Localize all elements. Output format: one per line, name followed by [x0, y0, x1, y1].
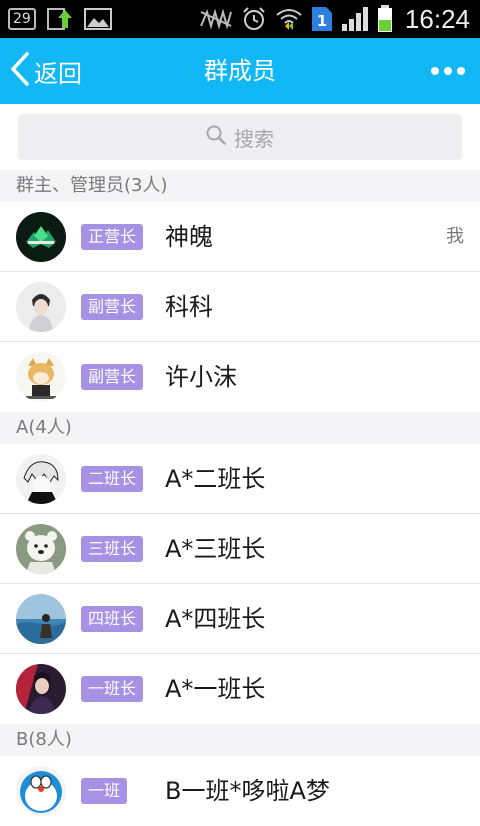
member-name: 许小沫	[165, 363, 237, 391]
alarm-icon	[241, 6, 267, 32]
role-badge: 副营长	[81, 294, 144, 320]
member-row[interactable]: 正营长 神魄 我	[0, 202, 480, 272]
avatar	[16, 594, 66, 644]
section-header-admins: 群主、管理员(3人)	[0, 170, 480, 202]
wifi-icon	[275, 6, 303, 32]
battery-icon	[377, 5, 393, 33]
member-name: B一班*哆啦A梦	[165, 777, 330, 805]
section-header-b: B(8人)	[0, 724, 480, 756]
dot-icon	[431, 67, 439, 75]
member-row[interactable]: 二班长 A*二班长	[0, 444, 480, 514]
role-badge: 正营长	[81, 224, 144, 250]
sim-number: 1	[317, 12, 327, 30]
role-badge: 四班长	[81, 606, 144, 632]
member-row[interactable]: 三班长 A*三班长	[0, 514, 480, 584]
member-name: A*四班长	[165, 605, 266, 633]
avatar	[16, 524, 66, 574]
mute-icon	[199, 8, 233, 30]
sim-icon: 1	[311, 6, 333, 32]
search-placeholder: 搜索	[234, 126, 274, 151]
role-badge: 三班长	[81, 536, 144, 562]
more-options-button[interactable]	[428, 38, 468, 104]
avatar	[16, 766, 66, 816]
chevron-left-icon	[10, 52, 30, 90]
member-name: A*三班长	[165, 535, 266, 563]
section-header-a: A(4人)	[0, 412, 480, 444]
avatar	[16, 212, 66, 262]
search-icon	[206, 125, 226, 150]
status-bar: 29 1 16:24	[0, 0, 480, 38]
app-header: 返回 群成员	[0, 38, 480, 104]
clock-time: 16:24	[404, 3, 470, 34]
member-row[interactable]: 一班长 A*一班长	[0, 654, 480, 724]
avatar	[16, 352, 66, 402]
avatar	[16, 454, 66, 504]
role-badge: 一班长	[81, 676, 144, 702]
signal-icon	[341, 6, 369, 32]
back-label: 返回	[34, 59, 82, 88]
notification-count-badge: 29	[8, 8, 36, 30]
role-badge: 一班	[81, 778, 128, 804]
role-badge: 副营长	[81, 364, 144, 390]
member-row[interactable]: 一班 B一班*哆啦A梦	[0, 756, 480, 826]
search-area: 搜索	[0, 104, 480, 170]
member-row[interactable]: 副营长 许小沫	[0, 342, 480, 412]
image-icon	[83, 7, 112, 31]
member-name: A*二班长	[165, 465, 266, 493]
member-name: A*一班长	[165, 675, 266, 703]
avatar	[16, 664, 66, 714]
member-row[interactable]: 副营长 科科	[0, 272, 480, 342]
member-name: 科科	[165, 293, 213, 321]
self-tag: 我	[446, 226, 464, 247]
member-name: 神魄	[165, 223, 213, 251]
avatar	[16, 282, 66, 332]
role-badge: 二班长	[81, 466, 144, 492]
member-row[interactable]: 四班长 A*四班长	[0, 584, 480, 654]
dot-icon	[444, 67, 452, 75]
dot-icon	[457, 67, 465, 75]
upload-icon	[46, 6, 74, 32]
search-input[interactable]: 搜索	[18, 114, 462, 160]
back-button[interactable]: 返回	[10, 38, 82, 104]
